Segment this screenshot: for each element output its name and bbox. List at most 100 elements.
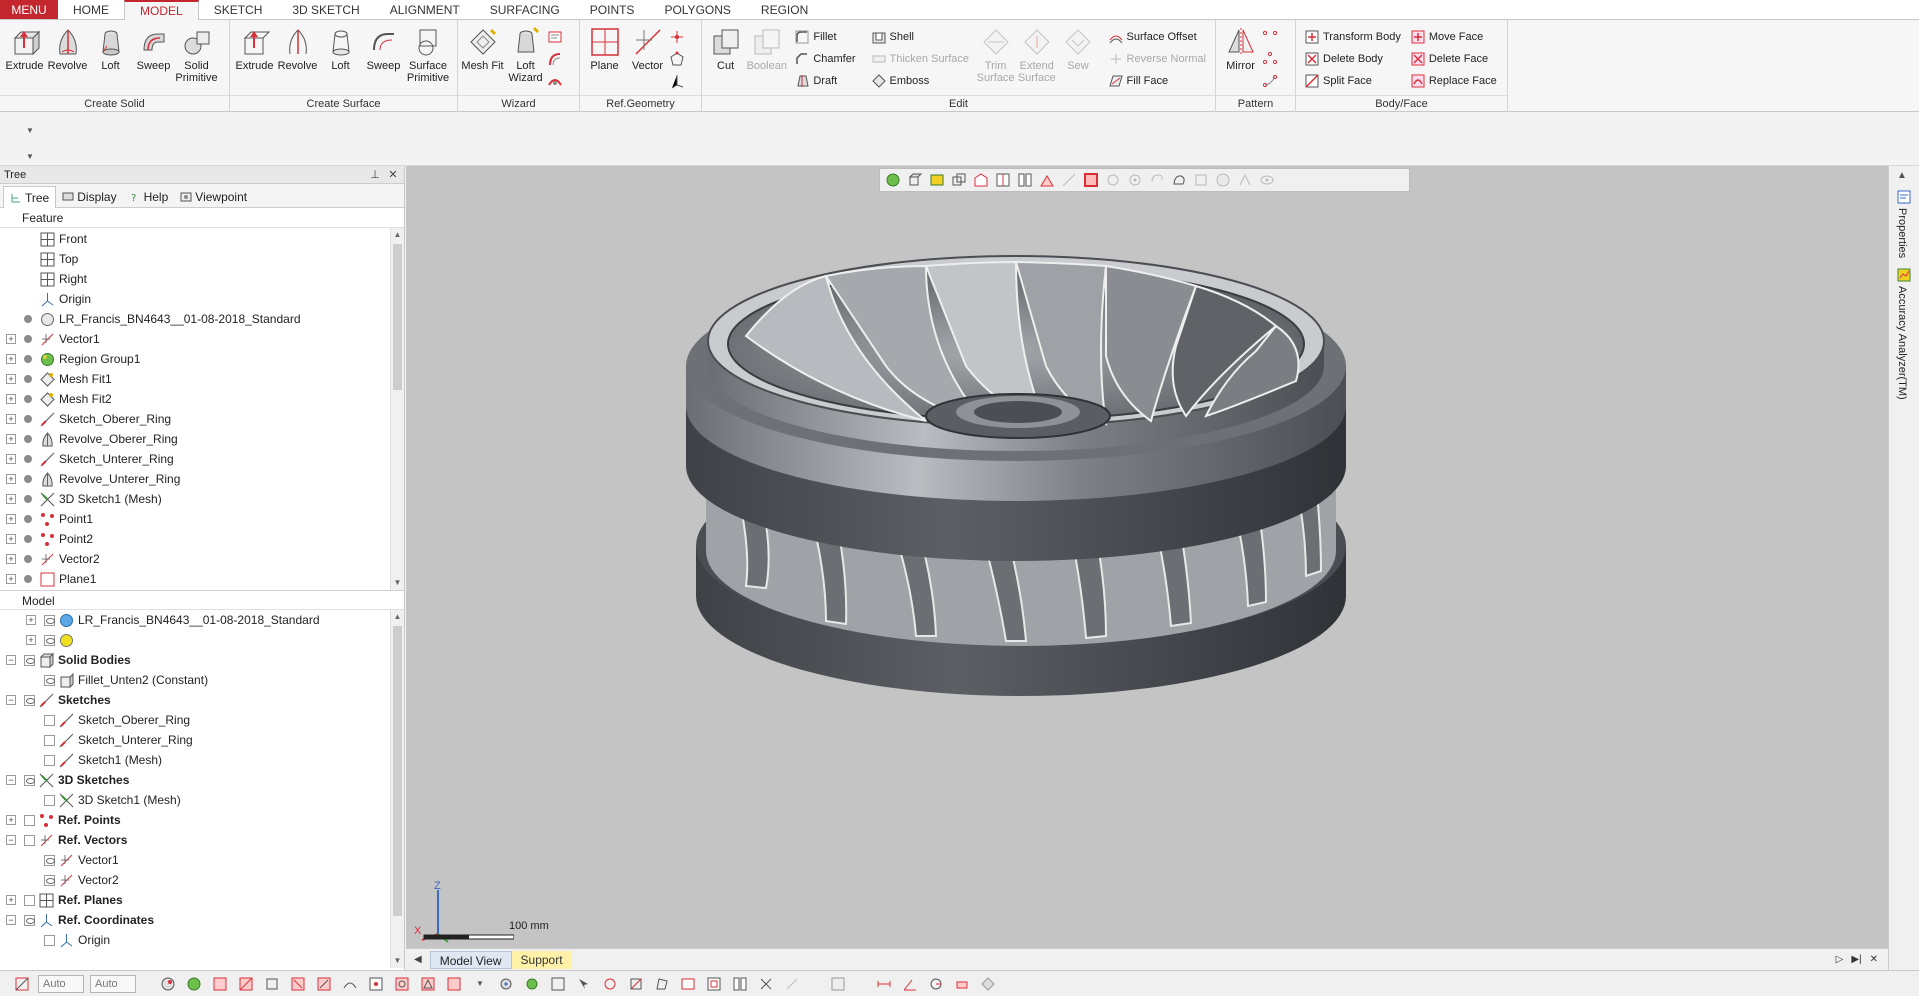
feature-row-region-group1[interactable]: + Region Group1 [6, 349, 404, 369]
solid-loft-button[interactable]: Loft [89, 23, 132, 95]
linear-pattern-icon[interactable] [1262, 29, 1278, 45]
chevron-down-icon[interactable]: ▼ [26, 126, 34, 135]
select-brush-icon[interactable] [626, 974, 646, 994]
measure-area-icon[interactable] [952, 974, 972, 994]
model-row-sketch1-mesh[interactable]: Sketch1 (Mesh) [6, 750, 404, 770]
model-row-vector1[interactable]: Vector1 [6, 850, 404, 870]
wizard-small-icon-2[interactable] [547, 51, 563, 67]
fillet-button[interactable]: Fillet [793, 26, 861, 48]
mirror-button[interactable]: Mirror [1219, 23, 1262, 95]
model-row-fillet-unten2[interactable]: Fillet_Unten2 (Constant) [6, 670, 404, 690]
emboss-button[interactable]: Emboss [870, 70, 975, 92]
measure-angle-icon[interactable] [900, 974, 920, 994]
feature-scrollbar[interactable]: ▲ ▼ [390, 228, 404, 590]
tab-help[interactable]: ? Help [123, 187, 175, 207]
model-row-solid-bodies[interactable]: − Solid Bodies [6, 650, 404, 670]
tab-polygons[interactable]: POLYGONS [649, 0, 745, 19]
solid-extrude-button[interactable]: Extrude [3, 23, 46, 95]
tab-region[interactable]: REGION [746, 0, 823, 19]
measure-distance-icon[interactable] [874, 974, 894, 994]
feature-row-mesh-fit2[interactable]: + Mesh Fit2 [6, 389, 404, 409]
feature-row-front[interactable]: Front [6, 229, 404, 249]
close-icon[interactable]: ✕ [1870, 954, 1878, 965]
reverse-normal-button[interactable]: Reverse Normal [1107, 48, 1212, 70]
filter-curve-icon[interactable] [340, 974, 360, 994]
tab-support[interactable]: Support [511, 950, 572, 969]
model-row-sketches[interactable]: − Sketches [6, 690, 404, 710]
model-scrollbar[interactable]: ▲ ▼ [390, 610, 404, 968]
feature-row-mesh-fit1[interactable]: + Mesh Fit1 [6, 369, 404, 389]
circular-pattern-icon[interactable] [1262, 51, 1278, 67]
tab-sketch[interactable]: SKETCH [199, 0, 278, 19]
select-multi-icon[interactable] [730, 974, 750, 994]
filter-dropdown-icon[interactable]: ▼ [470, 974, 490, 994]
select-extend-icon[interactable] [756, 974, 776, 994]
sew-button[interactable]: Sew [1057, 23, 1098, 95]
feature-row-origin[interactable]: Origin [6, 289, 404, 309]
select-paint-icon[interactable] [1192, 171, 1210, 189]
model-row-sketch-unterer-ring[interactable]: Sketch_Unterer_Ring [6, 730, 404, 750]
select-lasso-icon[interactable] [600, 974, 620, 994]
feature-row-3d-sketch1[interactable]: +3D Sketch1 (Mesh) [6, 489, 404, 509]
thicken-surface-button[interactable]: Thicken Surface [870, 48, 975, 70]
view-section-icon[interactable] [1038, 171, 1056, 189]
filter-mesh-icon[interactable] [392, 974, 412, 994]
feature-row-mesh[interactable]: LR_Francis_BN4643__01-08-2018_Standard [6, 309, 404, 329]
view-options-icon[interactable] [828, 974, 848, 994]
surface-loft-button[interactable]: Loft [319, 23, 362, 95]
mesh-fit-button[interactable]: Mesh Fit [461, 23, 504, 95]
select-poly-icon[interactable] [652, 974, 672, 994]
select-vertex-icon[interactable] [496, 974, 516, 994]
delete-body-button[interactable]: Delete Body [1303, 48, 1407, 70]
vector-button[interactable]: Vector [626, 23, 669, 95]
nav-end-icon[interactable]: ▶| [1851, 954, 1861, 965]
tab-viewpoint[interactable]: Viewpoint [174, 187, 253, 207]
filter-edge-icon[interactable] [236, 974, 256, 994]
extend-surface-button[interactable]: Extend Surface [1016, 23, 1057, 95]
feature-row-plane1[interactable]: + Plane1 [6, 569, 404, 589]
feature-row-revolve-unterer-ring[interactable]: + Revolve_Unterer_Ring [6, 469, 404, 489]
select-window-icon[interactable] [678, 974, 698, 994]
view-front-icon[interactable] [972, 171, 990, 189]
select-freeform-icon[interactable] [1170, 171, 1188, 189]
feature-row-point2[interactable]: + Point2 [6, 529, 404, 549]
wizard-small-icon-1[interactable] [547, 29, 563, 45]
plane-button[interactable]: Plane [583, 23, 626, 95]
selection-box-icon[interactable] [1082, 171, 1100, 189]
tab-display[interactable]: Display [56, 187, 122, 207]
shell-button[interactable]: Shell [870, 26, 975, 48]
select-frame-icon[interactable] [704, 974, 724, 994]
scroll-down-icon[interactable]: ▼ [391, 576, 404, 590]
select-extension-icon[interactable] [1236, 171, 1254, 189]
solid-revolve-button[interactable]: Revolve [46, 23, 89, 95]
select-arrow-icon[interactable] [574, 974, 594, 994]
more-options-icon[interactable] [978, 974, 998, 994]
filter-surface-icon[interactable] [444, 974, 464, 994]
filter-vertex-icon[interactable] [210, 974, 230, 994]
tab-home[interactable]: HOME [58, 0, 124, 19]
select-loop-icon[interactable] [522, 974, 542, 994]
tab-properties[interactable]: Properties [1896, 208, 1908, 258]
measure-line-icon[interactable] [1060, 171, 1078, 189]
feature-row-vector1[interactable]: + Vector1 [6, 329, 404, 349]
surface-extrude-button[interactable]: Extrude [233, 23, 276, 95]
selection-mode-combo[interactable]: Auto [38, 974, 84, 993]
chevron-left-icon[interactable]: ◀ [406, 954, 430, 965]
tab-model[interactable]: MODEL [124, 0, 199, 20]
tab-model-view[interactable]: Model View [429, 950, 512, 969]
model-row-mesh[interactable]: + LR_Francis_BN4643__01-08-2018_Standard [6, 610, 404, 630]
scroll-up-icon[interactable]: ▲ [391, 228, 404, 242]
model-row-3d-sketch1[interactable]: 3D Sketch1 (Mesh) [6, 790, 404, 810]
surface-sweep-button[interactable]: Sweep [362, 23, 405, 95]
delete-face-button[interactable]: Delete Face [1409, 48, 1503, 70]
measure-radius-icon[interactable] [926, 974, 946, 994]
model-row-ref-vectors[interactable]: − Ref. Vectors [6, 830, 404, 850]
model-row-3d-sketches[interactable]: −3D Sketches [6, 770, 404, 790]
model-row-sketch-oberer-ring[interactable]: Sketch_Oberer_Ring [6, 710, 404, 730]
feature-row-vector2[interactable]: + Vector2 [6, 549, 404, 569]
boolean-button[interactable]: Boolean [746, 23, 787, 95]
feature-row-top[interactable]: Top [6, 249, 404, 269]
model-row-region[interactable]: + [6, 630, 404, 650]
select-box-icon[interactable] [548, 974, 568, 994]
model-row-ref-planes[interactable]: + Ref. Planes [6, 890, 404, 910]
